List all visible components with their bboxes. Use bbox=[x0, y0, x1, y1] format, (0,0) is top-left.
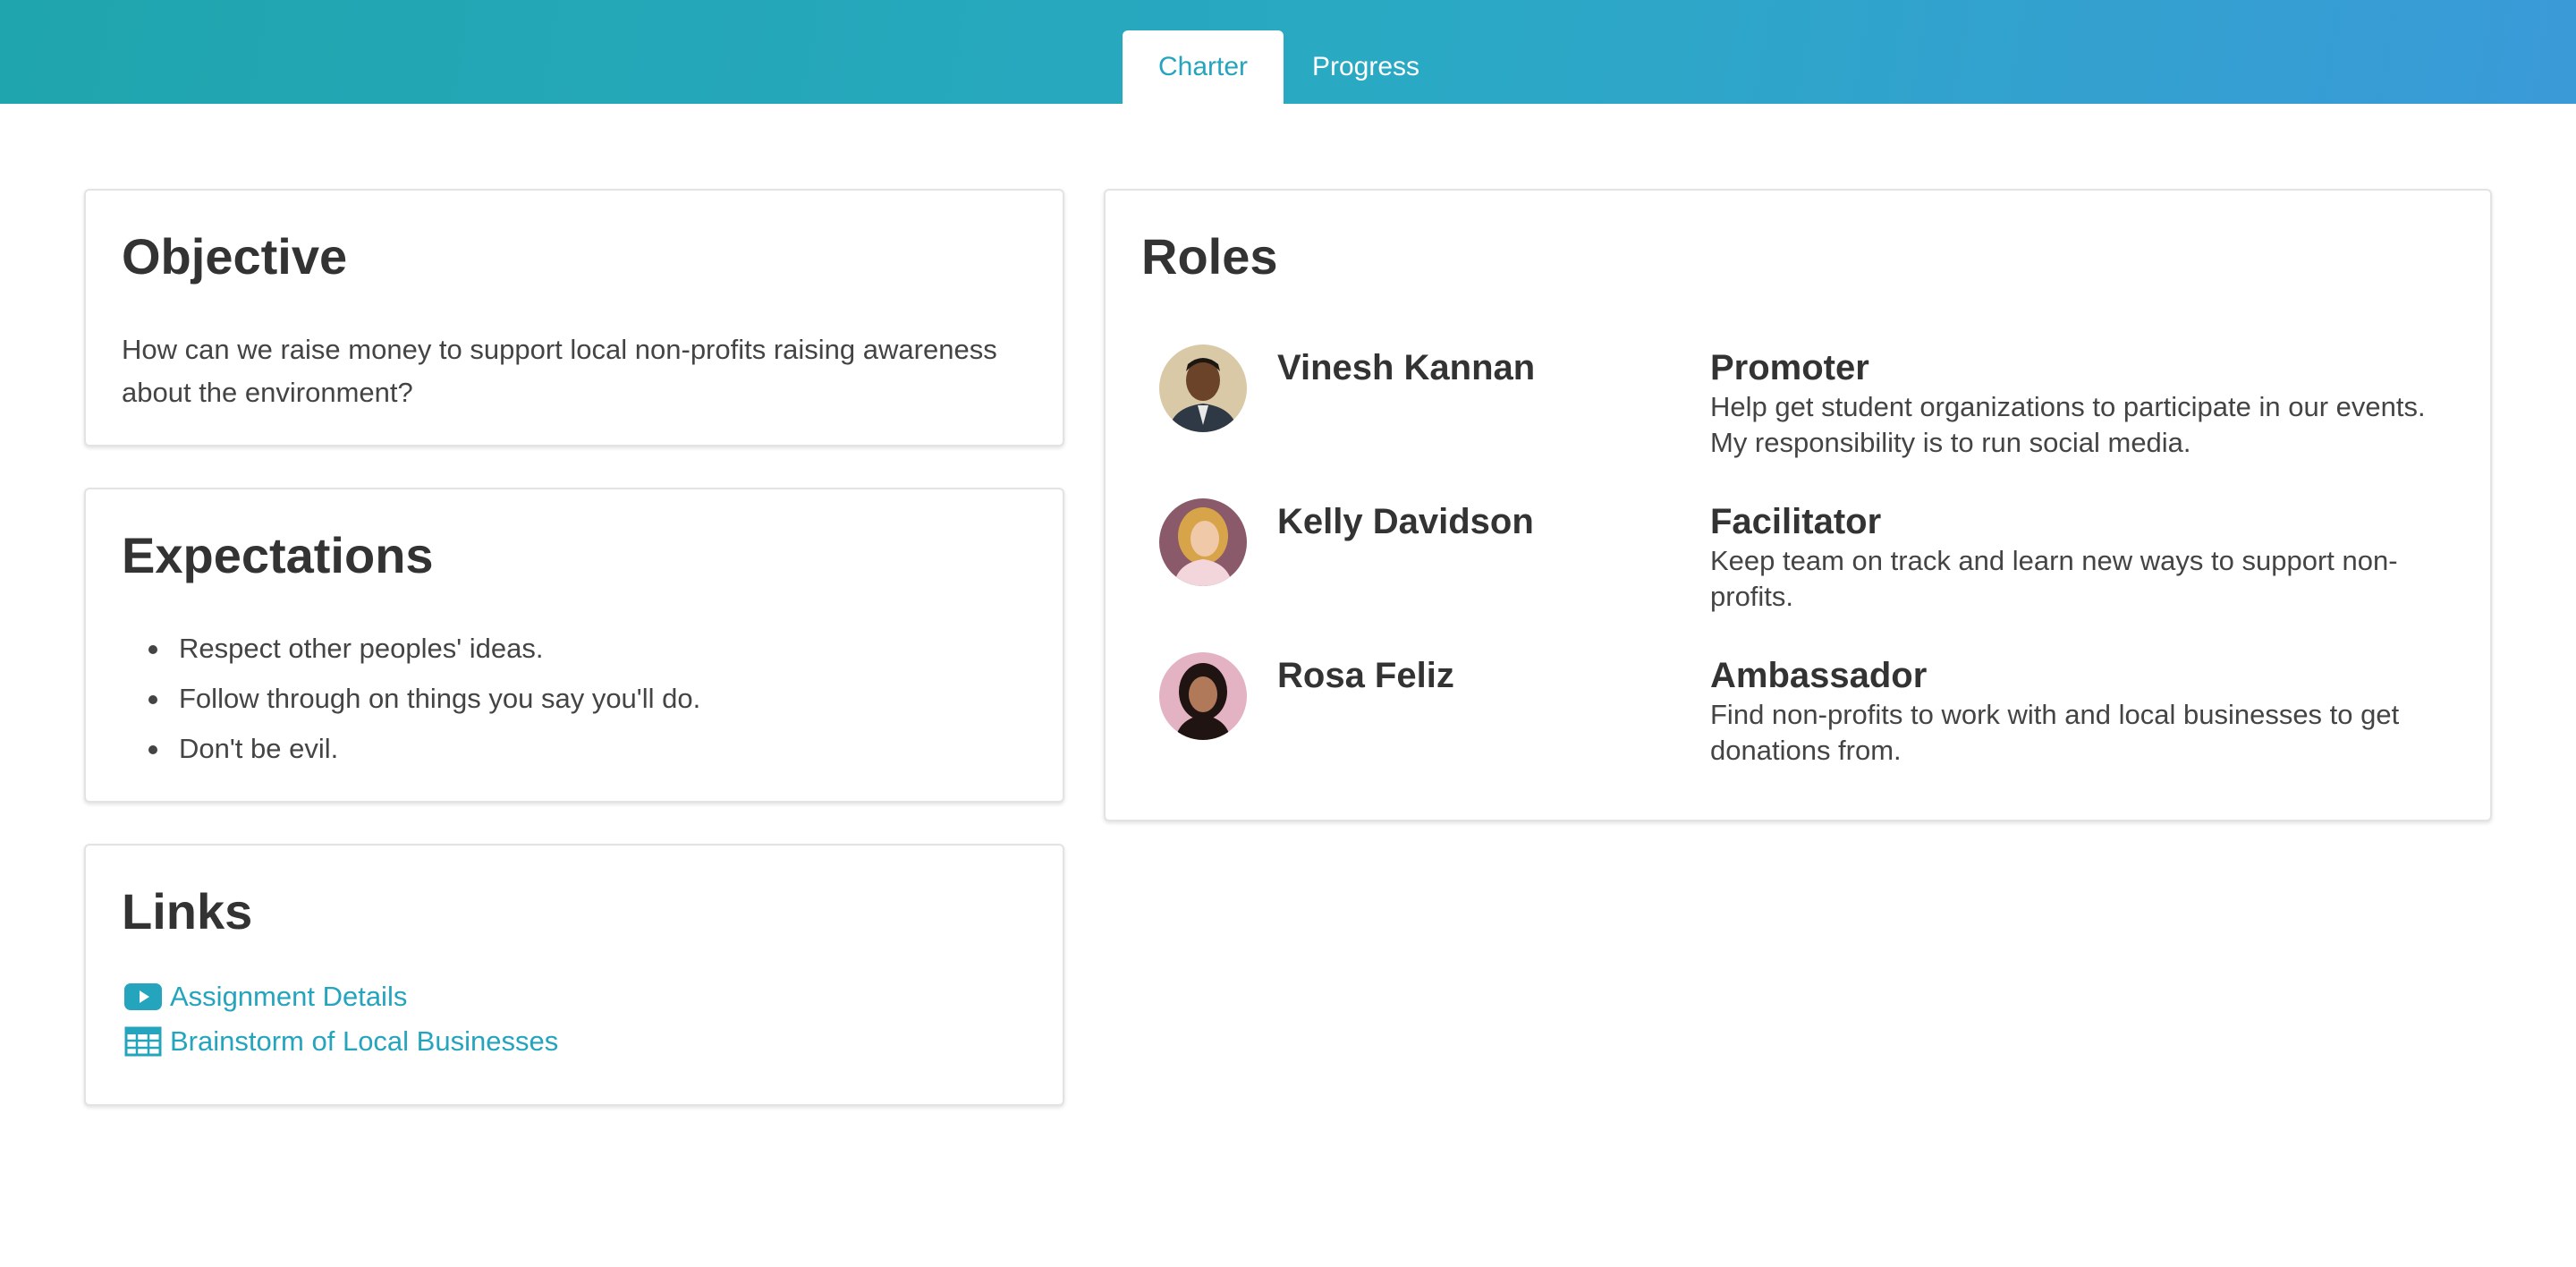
table-icon bbox=[123, 1026, 163, 1057]
role-title: Promoter bbox=[1710, 348, 1869, 387]
role-row: Vinesh Kannan Promoter Help get student … bbox=[1159, 344, 2447, 461]
role-title: Ambassador bbox=[1710, 656, 1928, 695]
tab-charter[interactable]: Charter bbox=[1123, 30, 1284, 104]
role-description: Keep team on track and learn new ways to… bbox=[1710, 545, 2398, 612]
roles-heading: Roles bbox=[1141, 228, 1278, 285]
role-description: Find non-profits to work with and local … bbox=[1710, 699, 2400, 766]
list-item: Follow through on things you say you'll … bbox=[122, 674, 700, 724]
avatar bbox=[1159, 652, 1247, 740]
list-item: Don't be evil. bbox=[122, 724, 700, 774]
objective-text: How can we raise money to support local … bbox=[122, 334, 997, 408]
avatar bbox=[1159, 498, 1247, 586]
links-heading: Links bbox=[122, 883, 253, 940]
list-item: Respect other peoples' ideas. bbox=[122, 624, 700, 674]
link-label[interactable]: Brainstorm of Local Businesses bbox=[170, 1025, 558, 1058]
tab-progress[interactable]: Progress bbox=[1284, 30, 1448, 104]
expectations-list: Respect other peoples' ideas. Follow thr… bbox=[122, 624, 700, 774]
top-header-bar: Charter Progress bbox=[0, 0, 2576, 104]
expectations-heading: Expectations bbox=[122, 527, 434, 583]
role-title: Facilitator bbox=[1710, 502, 1882, 541]
tab-bar: Charter Progress bbox=[1123, 30, 1448, 104]
link-label[interactable]: Assignment Details bbox=[170, 981, 407, 1013]
role-description: Help get student organizations to partic… bbox=[1710, 391, 2426, 458]
role-row: Rosa Feliz Ambassador Find non-profits t… bbox=[1159, 652, 2447, 769]
objective-card: Objective How can we raise money to supp… bbox=[84, 189, 1064, 446]
brainstorm-link[interactable]: Brainstorm of Local Businesses bbox=[123, 1025, 558, 1058]
links-card: Links bbox=[84, 844, 1064, 1106]
expectations-card: Expectations Respect other peoples' idea… bbox=[84, 488, 1064, 803]
member-name: Vinesh Kannan bbox=[1277, 348, 1536, 387]
member-name: Kelly Davidson bbox=[1277, 502, 1534, 541]
roles-card: Roles Vinesh Kannan Promoter Help get st… bbox=[1104, 189, 2492, 821]
assignment-details-link[interactable]: Assignment Details bbox=[123, 981, 407, 1013]
member-name: Rosa Feliz bbox=[1277, 656, 1454, 695]
avatar bbox=[1159, 344, 1247, 432]
role-row: Kelly Davidson Facilitator Keep team on … bbox=[1159, 498, 2447, 615]
objective-heading: Objective bbox=[122, 228, 348, 285]
video-icon bbox=[123, 982, 163, 1012]
